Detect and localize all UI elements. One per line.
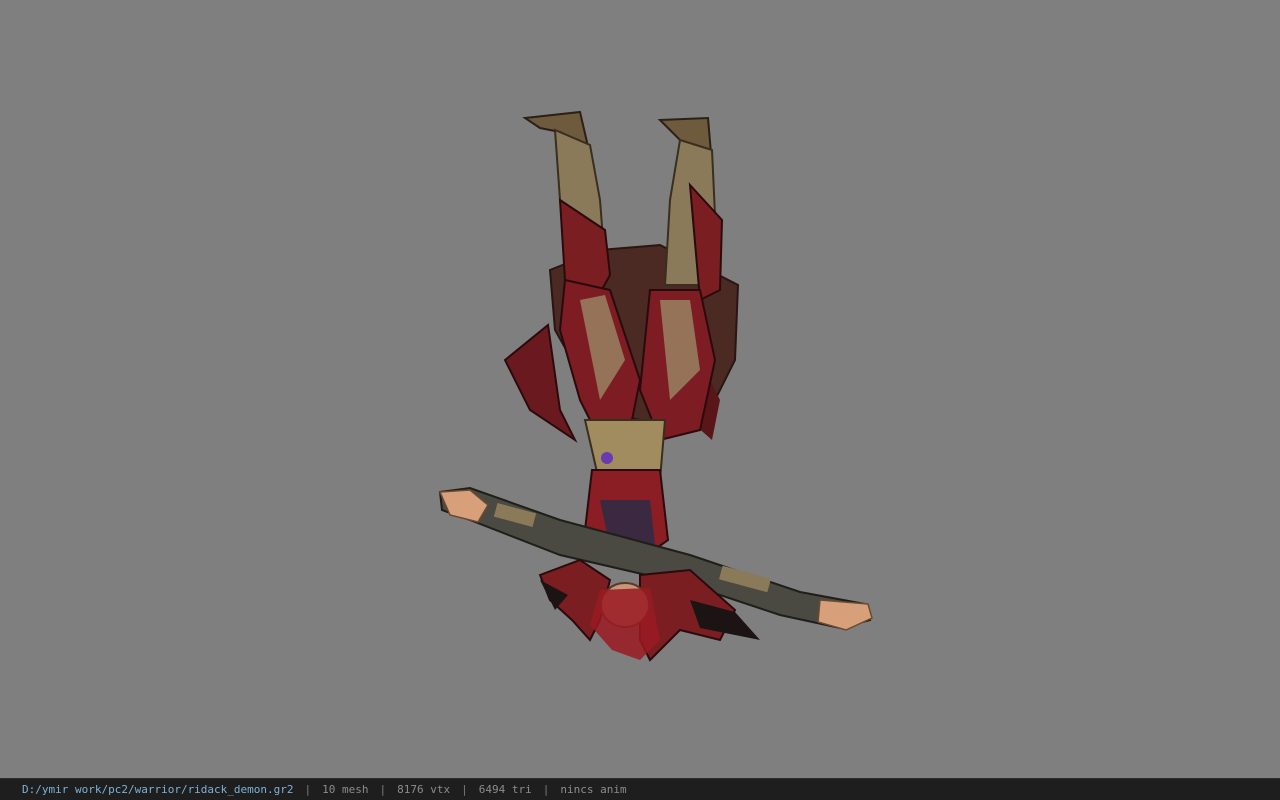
separator: | [304, 783, 312, 796]
animation-status: nincs anim [560, 783, 627, 796]
vertex-count: 8176 vtx [397, 783, 451, 796]
separator: | [379, 783, 387, 796]
status-bar: D:/ymir work/pc2/warrior/ridack_demon.gr… [0, 778, 1280, 800]
file-path: D:/ymir work/pc2/warrior/ridack_demon.gr… [22, 783, 294, 796]
separator: | [461, 783, 468, 796]
triangle-count: 6494 tri [478, 783, 532, 796]
warrior-model-render [438, 110, 873, 662]
separator: | [542, 783, 550, 796]
mesh-count: 10 mesh [322, 783, 369, 796]
3d-viewport[interactable] [0, 0, 1280, 778]
